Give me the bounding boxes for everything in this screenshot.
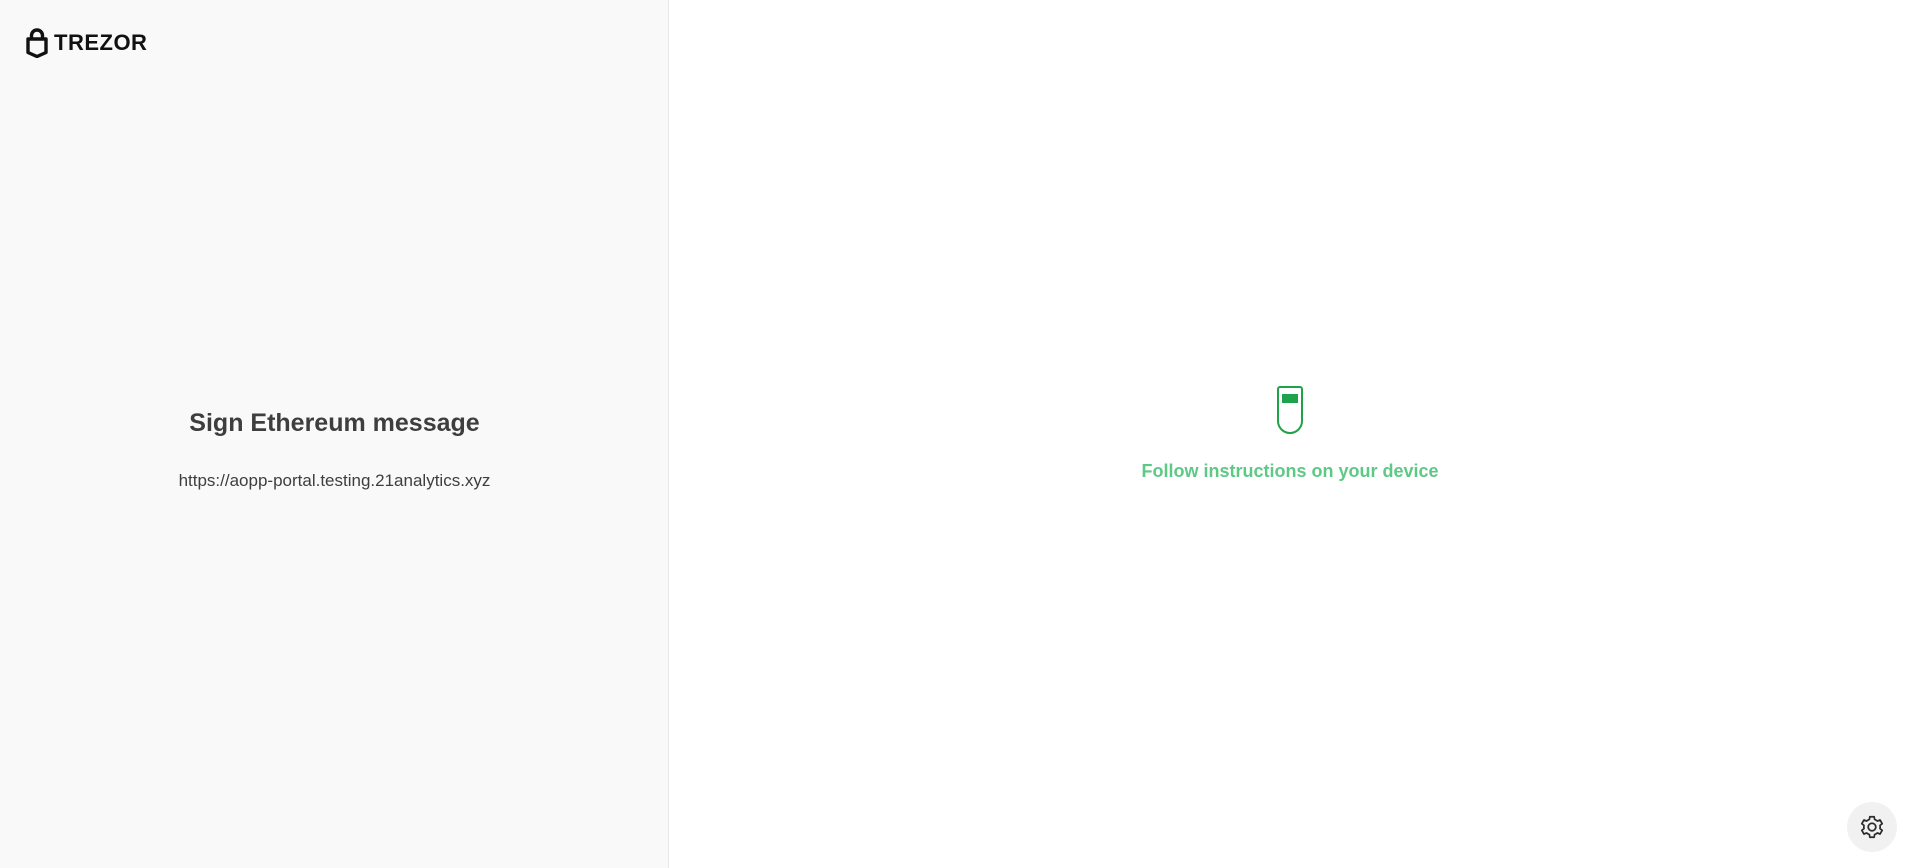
device-prompt: Follow instructions on your device	[669, 384, 1911, 482]
device-panel: Follow instructions on your device	[669, 0, 1911, 868]
request-info: Sign Ethereum message https://aopp-porta…	[0, 405, 669, 493]
request-title: Sign Ethereum message	[189, 409, 480, 437]
app-root: TREZOR Sign Ethereum message https://aop…	[0, 0, 1911, 868]
trezor-logo: TREZOR	[26, 28, 147, 58]
settings-button[interactable]	[1847, 802, 1897, 852]
device-instruction-text: Follow instructions on your device	[1141, 461, 1439, 481]
gear-icon	[1859, 814, 1885, 840]
request-origin: https://aopp-portal.testing.21analytics.…	[178, 471, 491, 490]
lock-icon	[26, 28, 48, 58]
brand-name: TREZOR	[54, 30, 148, 55]
request-panel: TREZOR Sign Ethereum message https://aop…	[0, 0, 669, 868]
trezor-device-icon	[1275, 384, 1305, 434]
